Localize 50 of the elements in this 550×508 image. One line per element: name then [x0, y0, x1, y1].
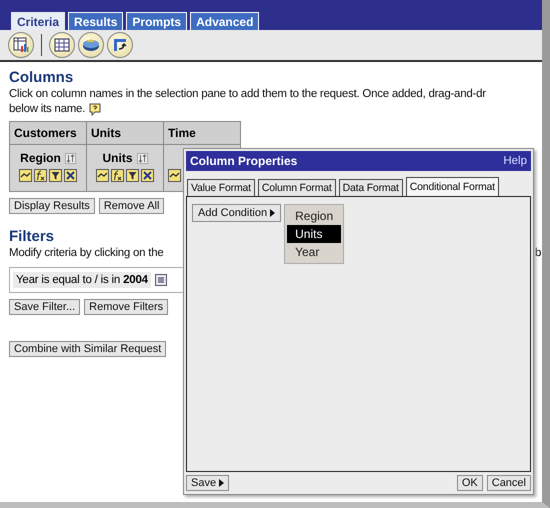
combine-button[interactable]: Combine with Similar Request: [9, 341, 166, 357]
tab[interactable]: Data Format: [338, 179, 403, 196]
save-button[interactable]: Save: [186, 475, 230, 491]
tab[interactable]: Results: [68, 12, 124, 30]
section-title: Columns: [9, 69, 74, 86]
delete-icon[interactable]: [64, 169, 77, 182]
dialog-button[interactable]: Cancel: [486, 475, 531, 491]
tab[interactable]: Criteria: [11, 12, 66, 30]
sort-icon[interactable]: [64, 152, 76, 164]
tab[interactable]: Value Format: [187, 179, 255, 196]
tab[interactable]: Advanced: [190, 12, 260, 30]
dialog-title: Column Properties: [190, 154, 298, 168]
column-name: Units: [102, 151, 132, 165]
action-button[interactable]: Remove All: [98, 198, 164, 214]
instruction-text: Modify criteria by clicking on the: [9, 246, 164, 261]
menu-item[interactable]: Year: [287, 243, 342, 261]
caret-icon: [270, 209, 276, 217]
filter-icon[interactable]: [126, 169, 139, 182]
filter-condition[interactable]: Year is equal to / is in 2004: [13, 272, 151, 288]
dialog-button[interactable]: OK: [456, 475, 483, 491]
instruction-text: below its name.: [9, 102, 86, 117]
table-icon[interactable]: [49, 32, 75, 58]
tab[interactable]: Conditional Format: [406, 177, 499, 196]
formula-icon[interactable]: [111, 169, 124, 182]
chart-icon[interactable]: [8, 32, 34, 58]
action-button[interactable]: Remove Filters: [84, 299, 168, 315]
caret-icon: [219, 479, 224, 487]
action-button[interactable]: Display Results: [9, 198, 95, 214]
format-icon[interactable]: [168, 169, 181, 182]
filter-icon[interactable]: [49, 169, 62, 182]
menu-item[interactable]: Region: [287, 207, 342, 225]
sort-icon[interactable]: [136, 152, 148, 164]
tab[interactable]: Column Format: [258, 179, 336, 196]
database-icon[interactable]: [78, 32, 104, 58]
section-title: Filters: [9, 228, 54, 245]
add-condition-button[interactable]: Add Condition: [192, 204, 282, 222]
action-button[interactable]: Save Filter...: [9, 299, 80, 315]
format-icon[interactable]: [96, 169, 109, 182]
help-link[interactable]: Help: [503, 155, 527, 167]
format-icon[interactable]: [19, 169, 32, 182]
menu-item[interactable]: Units: [287, 225, 342, 243]
tab[interactable]: Prompts: [126, 12, 188, 30]
instruction-text: b: [535, 246, 542, 261]
help-icon[interactable]: [89, 103, 102, 116]
instruction-text: Click on column names in the selection pane to add them to the request. Once added, drag-and-dr: [9, 87, 486, 102]
column-name: Region: [20, 151, 61, 165]
delete-icon[interactable]: [141, 169, 154, 182]
list-icon[interactable]: [154, 274, 167, 286]
pivot-icon[interactable]: [107, 32, 133, 58]
formula-icon[interactable]: [34, 169, 47, 182]
